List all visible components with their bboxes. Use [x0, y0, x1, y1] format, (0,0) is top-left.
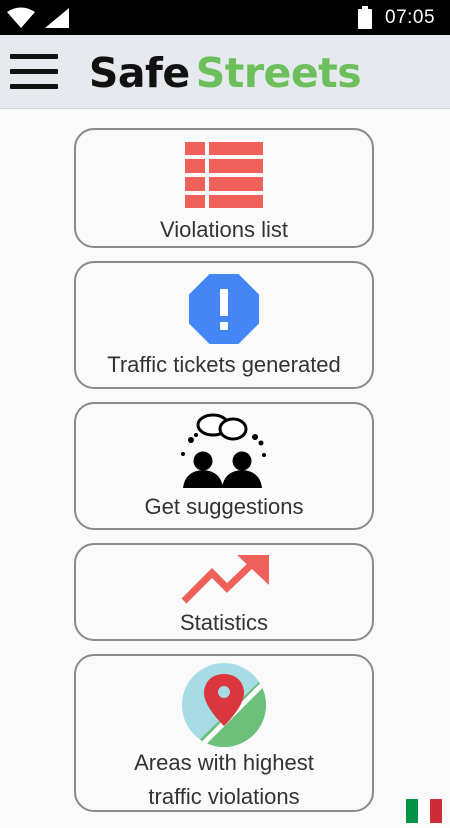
status-bar: 07:05: [0, 0, 450, 35]
violations-list-label: Violations list: [160, 217, 288, 242]
traffic-tickets-label: Traffic tickets generated: [107, 352, 341, 377]
status-time: 07:05: [385, 7, 436, 28]
traffic-tickets-button[interactable]: Traffic tickets generated: [74, 261, 374, 389]
get-suggestions-label: Get suggestions: [144, 494, 304, 519]
app-bar: Safe Streets: [0, 35, 450, 108]
list-icon: [185, 142, 263, 208]
app-logo: Safe Streets: [0, 35, 450, 108]
hamburger-menu-icon[interactable]: [10, 54, 58, 90]
map-pin-icon: [182, 663, 266, 747]
signal-icon: [45, 8, 69, 28]
areas-label-line1: Areas with highest: [134, 750, 314, 775]
statistics-button[interactable]: Statistics: [74, 543, 374, 641]
trend-up-arrow-icon: [181, 555, 269, 604]
wifi-icon: [7, 7, 35, 28]
alert-octagon-icon: [189, 274, 259, 344]
people-thinking-icon: [181, 413, 266, 488]
battery-icon: [358, 6, 372, 29]
get-suggestions-button[interactable]: Get suggestions: [74, 402, 374, 530]
logo-streets-text: Streets: [195, 49, 362, 97]
highest-violation-areas-button[interactable]: Areas with highest traffic violations: [74, 654, 374, 812]
app-bar-divider: [0, 108, 450, 109]
violations-list-button[interactable]: Violations list: [74, 128, 374, 248]
italy-flag-icon[interactable]: [406, 799, 442, 823]
logo-safe-text: Safe: [88, 49, 190, 97]
areas-label-line2: traffic violations: [148, 784, 300, 809]
statistics-label: Statistics: [179, 610, 269, 635]
